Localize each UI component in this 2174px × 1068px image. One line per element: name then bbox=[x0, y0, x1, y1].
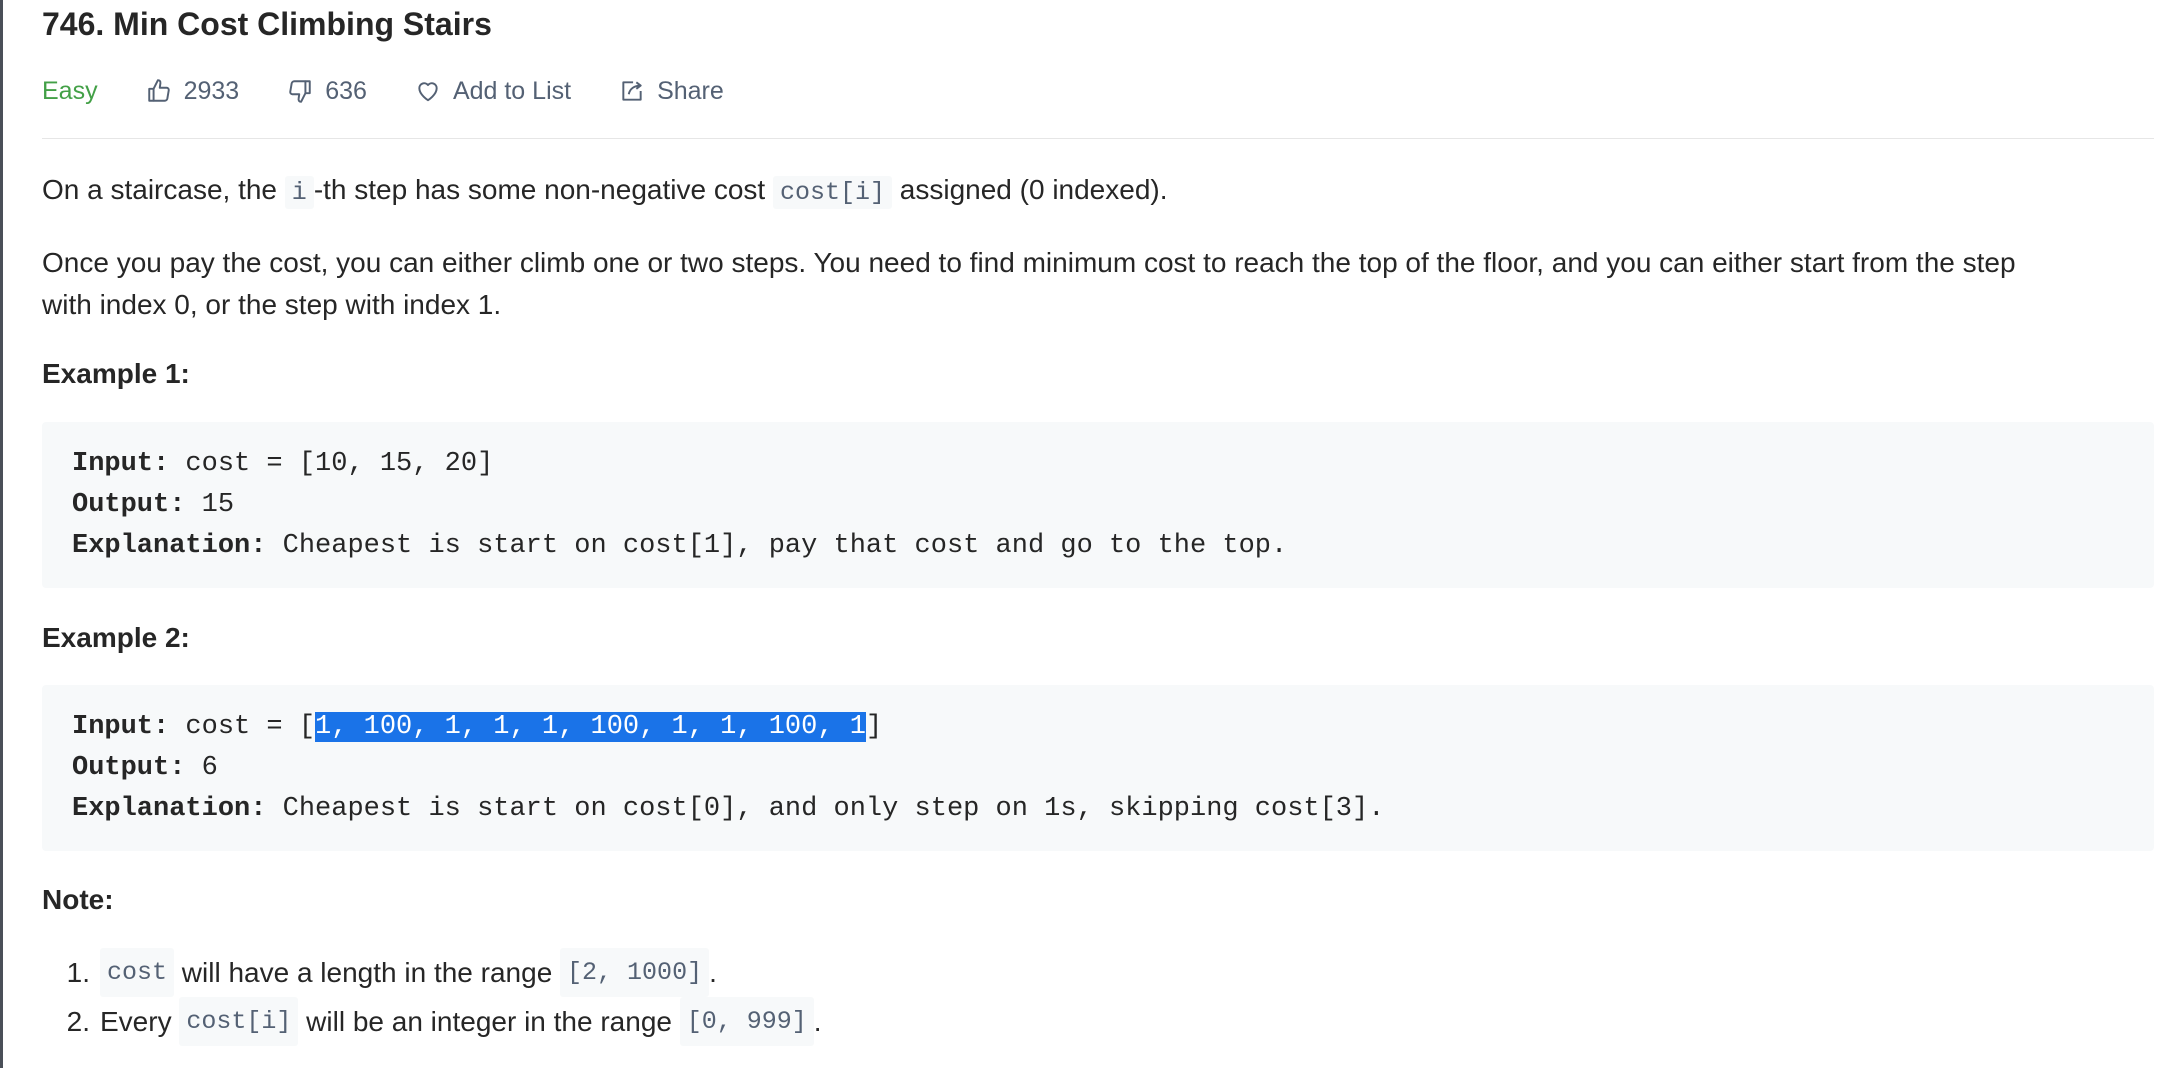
problem-meta-bar: Easy 2933 636 Add to List Share bbox=[42, 72, 772, 110]
input-label: Input: bbox=[72, 449, 170, 479]
share-icon bbox=[622, 81, 642, 101]
output-label: Output: bbox=[72, 490, 186, 520]
inline-code: [2, 1000] bbox=[560, 948, 710, 997]
add-to-list-label: Add to List bbox=[452, 76, 572, 105]
output-label: Output: bbox=[72, 753, 186, 783]
input-value: cost = [10, 15, 20] bbox=[169, 449, 494, 479]
add-to-list-button[interactable]: Add to List bbox=[415, 77, 571, 106]
input-label: Input: bbox=[72, 712, 170, 742]
heart-icon bbox=[418, 82, 438, 102]
note-list: 1. cost will have a length in the range … bbox=[42, 948, 822, 1046]
note-text: Every bbox=[100, 1006, 180, 1037]
example-2-box: Input: cost = [1, 100, 1, 1, 1, 100, 1, … bbox=[42, 685, 2154, 851]
example-explanation-line: Explanation: Cheapest is start on cost[1… bbox=[72, 528, 1287, 564]
inline-code: [0, 999] bbox=[679, 997, 814, 1046]
example-1-heading: Example 1: bbox=[42, 358, 190, 389]
description-paragraph-1: On a staircase, the i -th step has some n… bbox=[42, 169, 2154, 214]
difficulty-badge: Easy bbox=[42, 76, 98, 105]
share-label: Share bbox=[657, 76, 724, 105]
example-explanation-line: Explanation: Cheapest is start on cost[0… bbox=[72, 791, 1384, 827]
note-text: . bbox=[709, 957, 717, 988]
example-output-line: Output: 6 bbox=[72, 750, 218, 786]
list-number: 2. bbox=[66, 1006, 90, 1037]
list-item: 2. Every cost[i] will be an integer in t… bbox=[42, 997, 822, 1046]
thumbs-down-icon bbox=[289, 80, 311, 103]
example-input-line: Input: cost = [1, 100, 1, 1, 1, 100, 1, … bbox=[72, 709, 882, 745]
output-value: 15 bbox=[185, 490, 235, 520]
note-text: will be an integer in the range bbox=[298, 1006, 680, 1037]
inline-code: cost[i] bbox=[179, 997, 299, 1046]
list-number: 1. bbox=[66, 957, 90, 988]
header-divider bbox=[42, 138, 2154, 139]
explanation-value: Cheapest is start on cost[0], and only s… bbox=[266, 794, 1385, 824]
inline-code: cost[i] bbox=[772, 176, 892, 209]
input-value: cost = [ bbox=[169, 712, 316, 742]
description-line: Once you pay the cost, you can either cl… bbox=[42, 247, 2016, 278]
thumbs-up-icon bbox=[147, 79, 170, 102]
list-item: 1. cost will have a length in the range … bbox=[42, 948, 822, 997]
dislike-button[interactable]: 636 bbox=[287, 77, 367, 106]
example-input-line: Input: cost = [10, 15, 20] bbox=[72, 446, 493, 482]
problem-title: 746. Min Cost Climbing Stairs bbox=[42, 6, 492, 42]
like-button[interactable]: 2933 bbox=[146, 76, 240, 106]
dislike-count: 636 bbox=[325, 76, 367, 105]
explanation-value: Cheapest is start on cost[1], pay that c… bbox=[266, 531, 1288, 561]
note-text: . bbox=[813, 1006, 822, 1037]
selected-text[interactable]: 1, 100, 1, 1, 1, 100, 1, 1, 100, 1 bbox=[315, 712, 866, 742]
description-line: with index 0, or the step with index 1. bbox=[42, 289, 502, 320]
share-button[interactable]: Share bbox=[619, 77, 724, 106]
like-count: 2933 bbox=[183, 76, 240, 105]
output-value: 6 bbox=[185, 753, 218, 783]
note-heading: Note: bbox=[42, 884, 114, 915]
inline-code: cost bbox=[100, 948, 175, 997]
description-paragraph-2: Once you pay the cost, you can either cl… bbox=[42, 242, 2154, 326]
description-text: -th step has some non-negative cost bbox=[313, 174, 773, 205]
window-left-edge bbox=[0, 0, 3, 1068]
input-value: ] bbox=[865, 712, 883, 742]
description-text: assigned (0 indexed). bbox=[892, 174, 1168, 205]
example-1-box: Input: cost = [10, 15, 20] Output: 15 Ex… bbox=[42, 422, 2154, 588]
explanation-label: Explanation: bbox=[72, 794, 267, 824]
description-text: On a staircase, the bbox=[42, 174, 285, 205]
explanation-label: Explanation: bbox=[72, 531, 267, 561]
note-text: will have a length in the range bbox=[174, 957, 561, 988]
example-output-line: Output: 15 bbox=[72, 487, 234, 523]
example-2-heading: Example 2: bbox=[42, 622, 190, 653]
inline-code: i bbox=[284, 176, 314, 209]
